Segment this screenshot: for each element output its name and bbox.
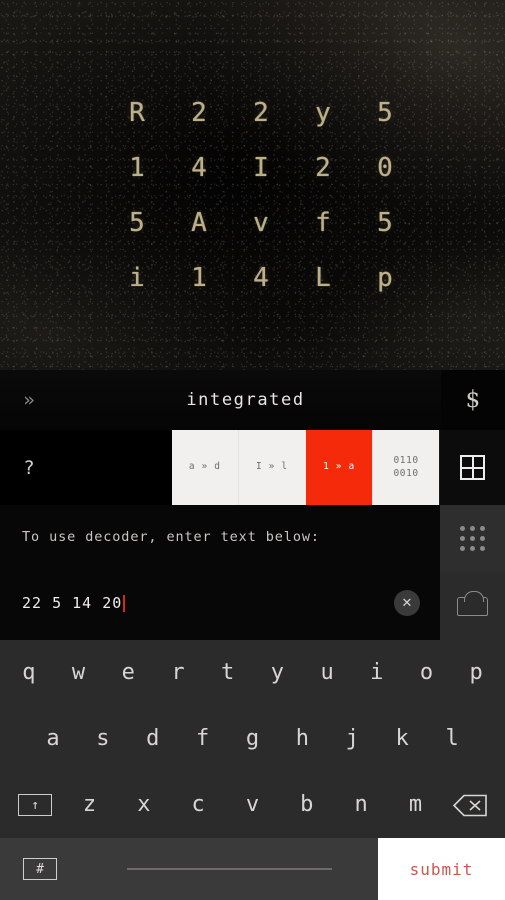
mode-button-label: I » l — [256, 461, 288, 473]
dollar-icon[interactable]: $ — [441, 370, 505, 430]
apps-grid-button[interactable] — [440, 505, 505, 572]
puzzle-image-area: R 2 2 y 5 1 4 I 2 0 5 A v f 5 i 1 4 L p — [0, 0, 505, 370]
puzzle-cell: y — [315, 97, 331, 128]
key-n[interactable]: n — [334, 794, 388, 816]
puzzle-cell: 0 — [377, 152, 393, 183]
mode-button-label-2: 0010 — [393, 467, 419, 479]
decoder-input-value: 22 5 14 20 — [22, 594, 123, 612]
key-s[interactable]: s — [78, 728, 128, 750]
key-a[interactable]: a — [28, 728, 78, 750]
chevron-right-icon[interactable]: » — [0, 370, 58, 430]
window-grid-button[interactable] — [439, 430, 505, 505]
clear-input-button[interactable]: ✕ — [394, 590, 420, 616]
mode-row-spacer — [57, 430, 172, 505]
key-u[interactable]: u — [302, 662, 352, 684]
key-l[interactable]: l — [427, 728, 477, 750]
puzzle-cell: 1 — [191, 262, 207, 293]
decoder-panel: To use decoder, enter text below: 22 5 1… — [0, 505, 440, 640]
mode-button-label: a » d — [188, 461, 221, 473]
space-key[interactable] — [80, 838, 378, 900]
puzzle-cell: I — [253, 152, 269, 183]
cipher-mode-group: a » d I » l 1 » a 0110 0010 — [171, 430, 440, 505]
key-p[interactable]: p — [451, 662, 501, 684]
puzzle-cell: f — [315, 207, 331, 238]
space-bar-line — [126, 868, 332, 870]
mode-button-1-to-a[interactable]: 1 » a — [305, 430, 374, 505]
on-screen-keyboard: q w e r t y u i o p a s d f g h j k l ↑ … — [0, 640, 505, 900]
key-j[interactable]: j — [327, 728, 377, 750]
mode-button-label: 0110 — [393, 455, 419, 467]
keyboard-row-1: q w e r t y u i o p — [0, 640, 505, 706]
numeric-symbols-key[interactable]: # — [0, 838, 80, 900]
puzzle-cell: 4 — [191, 152, 207, 183]
puzzle-cell: v — [253, 207, 269, 238]
puzzle-cell: 5 — [377, 97, 393, 128]
puzzle-cell: 5 — [377, 207, 393, 238]
key-w[interactable]: w — [54, 662, 104, 684]
puzzle-cell: 4 — [253, 262, 269, 293]
hash-icon: # — [23, 858, 57, 880]
puzzle-character-grid: R 2 2 y 5 1 4 I 2 0 5 A v f 5 i 1 4 L p — [106, 85, 416, 305]
window-grid-icon — [460, 455, 486, 480]
shift-arrow-icon: ↑ — [18, 794, 53, 816]
key-t[interactable]: t — [203, 662, 253, 684]
key-b[interactable]: b — [280, 794, 334, 816]
puzzle-cell: p — [377, 262, 393, 293]
key-x[interactable]: x — [117, 794, 171, 816]
puzzle-cell: 1 — [129, 152, 145, 183]
puzzle-cell: 2 — [315, 152, 331, 183]
help-button[interactable]: ? — [0, 430, 58, 505]
mode-button-i-to-l[interactable]: I » l — [238, 430, 306, 505]
app-root: R 2 2 y 5 1 4 I 2 0 5 A v f 5 i 1 4 L p … — [0, 0, 505, 900]
page-title: integrated — [186, 390, 305, 410]
puzzle-cell: L — [315, 262, 331, 293]
mode-button-binary[interactable]: 0110 0010 — [373, 430, 440, 505]
key-i[interactable]: i — [352, 662, 402, 684]
mode-selector-row: ? a » d I » l 1 » a 0110 0010 — [0, 430, 505, 505]
backspace-icon — [452, 794, 488, 817]
key-y[interactable]: y — [253, 662, 303, 684]
key-r[interactable]: r — [153, 662, 203, 684]
puzzle-cell: 5 — [129, 207, 145, 238]
puzzle-cell: 2 — [253, 97, 269, 128]
key-q[interactable]: q — [4, 662, 54, 684]
cloud-upload-icon — [457, 590, 488, 616]
key-z[interactable]: z — [62, 794, 116, 816]
key-h[interactable]: h — [277, 728, 327, 750]
key-e[interactable]: e — [103, 662, 153, 684]
puzzle-cell: A — [191, 207, 207, 238]
keyboard-row-3: ↑ z x c v b n m — [0, 772, 505, 838]
puzzle-cell: R — [129, 97, 145, 128]
submit-button[interactable]: submit — [378, 838, 505, 900]
key-v[interactable]: v — [225, 794, 279, 816]
apps-grid-icon — [460, 526, 485, 551]
puzzle-cell: 2 — [191, 97, 207, 128]
backspace-key[interactable] — [443, 794, 497, 817]
keyboard-row-2: a s d f g h j k l — [0, 706, 505, 772]
shift-key[interactable]: ↑ — [8, 794, 62, 816]
mode-button-a-to-d[interactable]: a » d — [171, 430, 239, 505]
decoder-input-row[interactable]: 22 5 14 20 ✕ — [0, 581, 440, 625]
decoder-prompt-text: To use decoder, enter text below: — [22, 529, 320, 545]
key-d[interactable]: d — [128, 728, 178, 750]
mode-button-label: 1 » a — [323, 461, 355, 473]
key-m[interactable]: m — [388, 794, 442, 816]
key-o[interactable]: o — [402, 662, 452, 684]
cloud-upload-button[interactable] — [440, 572, 505, 640]
key-g[interactable]: g — [228, 728, 278, 750]
key-f[interactable]: f — [178, 728, 228, 750]
key-c[interactable]: c — [171, 794, 225, 816]
key-k[interactable]: k — [377, 728, 427, 750]
text-caret — [123, 594, 126, 612]
decoder-text-input[interactable]: 22 5 14 20 — [22, 594, 126, 612]
header-bar: » integrated $ — [0, 370, 505, 430]
keyboard-bottom-row: # submit — [0, 838, 505, 900]
puzzle-cell: i — [129, 262, 145, 293]
